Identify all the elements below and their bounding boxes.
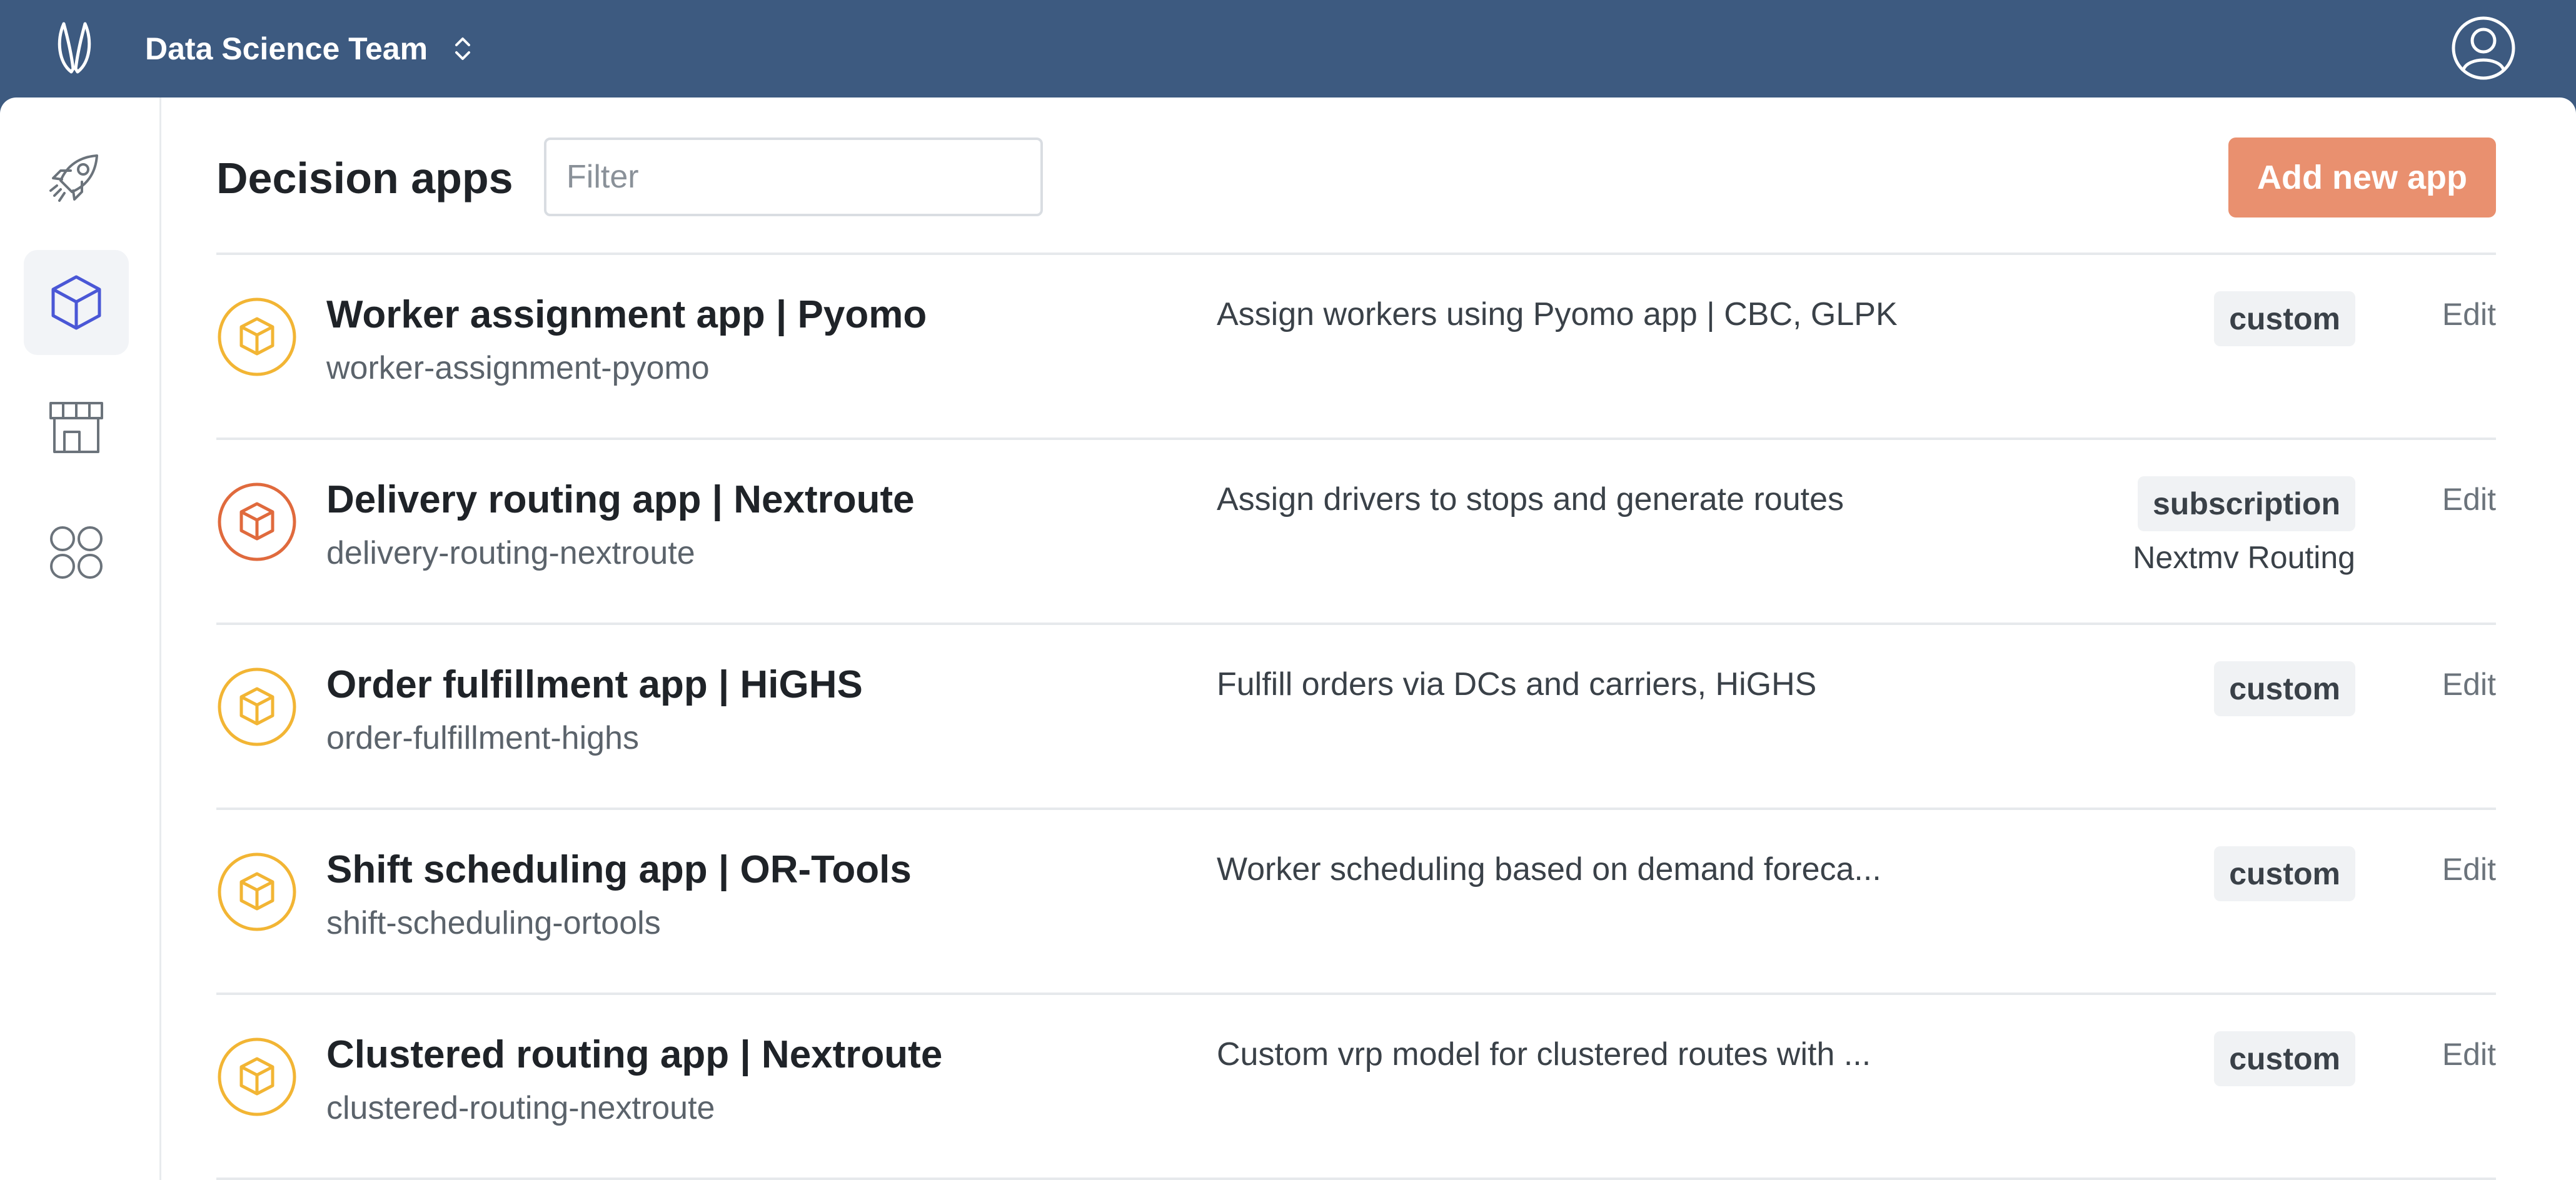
rabbit-ears-logo[interactable] bbox=[53, 19, 96, 75]
app-row[interactable]: Shift scheduling app | OR-Tools shift-sch… bbox=[216, 810, 2496, 995]
app-slug: shift-scheduling-ortools bbox=[326, 905, 661, 941]
app-name[interactable]: Shift scheduling app | OR-Tools bbox=[326, 845, 912, 895]
app-type: subscription Nextmv Routing bbox=[2133, 476, 2355, 578]
app-cube-icon bbox=[218, 852, 296, 931]
app-slug: order-fulfillment-highs bbox=[326, 720, 639, 756]
app-name[interactable]: Delivery routing app | Nextroute bbox=[326, 475, 915, 525]
apps-grid-icon bbox=[50, 526, 103, 579]
app-type: custom bbox=[2214, 846, 2355, 901]
add-new-app-button[interactable]: Add new app bbox=[2228, 138, 2496, 218]
main-panel: Decision apps Add new app Worker assignm… bbox=[0, 98, 2576, 1180]
edit-link[interactable]: Edit bbox=[2442, 664, 2496, 705]
app-description: Assign drivers to stops and generate rou… bbox=[1217, 481, 1844, 518]
team-name[interactable]: Data Science Team bbox=[145, 30, 428, 68]
app-type: custom bbox=[2214, 1031, 2355, 1086]
app-type-badge: subscription bbox=[2137, 476, 2355, 531]
app-name[interactable]: Clustered routing app | Nextroute bbox=[326, 1030, 942, 1080]
app-cube-icon bbox=[218, 668, 296, 746]
sidebar-item-apps[interactable] bbox=[24, 250, 129, 355]
app-row[interactable]: Worker assignment app | Pyomo worker-assi… bbox=[216, 255, 2496, 440]
app-cube-icon bbox=[218, 298, 296, 376]
top-bar: Data Science Team bbox=[0, 0, 2576, 98]
app-row[interactable]: Clustered routing app | Nextroute cluster… bbox=[216, 995, 2496, 1180]
sidebar-item-integrations[interactable] bbox=[24, 500, 129, 605]
sidebar bbox=[0, 98, 161, 1180]
app-type-badge: custom bbox=[2214, 291, 2355, 346]
app-type-badge: custom bbox=[2214, 661, 2355, 716]
app-name[interactable]: Worker assignment app | Pyomo bbox=[326, 290, 927, 340]
app-slug: clustered-routing-nextroute bbox=[326, 1090, 715, 1126]
app-cube-icon bbox=[218, 1038, 296, 1116]
app-cube-icon bbox=[218, 482, 296, 561]
app-slug: worker-assignment-pyomo bbox=[326, 350, 710, 386]
app-type: custom bbox=[2214, 661, 2355, 716]
sidebar-item-get-started[interactable] bbox=[24, 125, 129, 230]
cube-icon bbox=[51, 275, 101, 330]
edit-link[interactable]: Edit bbox=[2442, 1034, 2496, 1075]
app-description: Assign workers using Pyomo app | CBC, GL… bbox=[1217, 296, 1898, 332]
app-row[interactable]: Delivery routing app | Nextroute delivery… bbox=[216, 440, 2496, 625]
rocket-icon bbox=[49, 154, 98, 202]
app-description: Worker scheduling based on demand foreca… bbox=[1217, 851, 1881, 888]
chevron-up-down-icon[interactable] bbox=[450, 32, 475, 65]
user-circle-icon[interactable] bbox=[2451, 16, 2516, 81]
app-type-badge: custom bbox=[2214, 1031, 2355, 1086]
subscription-name: Nextmv Routing bbox=[2133, 540, 2355, 575]
app-description: Fulfill orders via DCs and carriers, HiG… bbox=[1217, 666, 1817, 702]
app-row[interactable]: Order fulfillment app | HiGHS order-fulfi… bbox=[216, 625, 2496, 810]
storefront-icon bbox=[49, 402, 103, 453]
page-title: Decision apps bbox=[216, 154, 513, 202]
app-type-badge: custom bbox=[2214, 846, 2355, 901]
edit-link[interactable]: Edit bbox=[2442, 849, 2496, 890]
edit-link[interactable]: Edit bbox=[2442, 294, 2496, 335]
apps-list: Worker assignment app | Pyomo worker-assi… bbox=[216, 252, 2496, 1180]
content-area: Decision apps Add new app Worker assignm… bbox=[216, 98, 2498, 1180]
filter-input[interactable] bbox=[544, 138, 1043, 216]
sidebar-item-marketplace[interactable] bbox=[24, 375, 129, 480]
app-slug: delivery-routing-nextroute bbox=[326, 535, 695, 571]
edit-link[interactable]: Edit bbox=[2442, 479, 2496, 520]
app-description: Custom vrp model for clustered routes wi… bbox=[1217, 1036, 1871, 1072]
app-type: custom bbox=[2214, 291, 2355, 346]
app-name[interactable]: Order fulfillment app | HiGHS bbox=[326, 660, 863, 710]
